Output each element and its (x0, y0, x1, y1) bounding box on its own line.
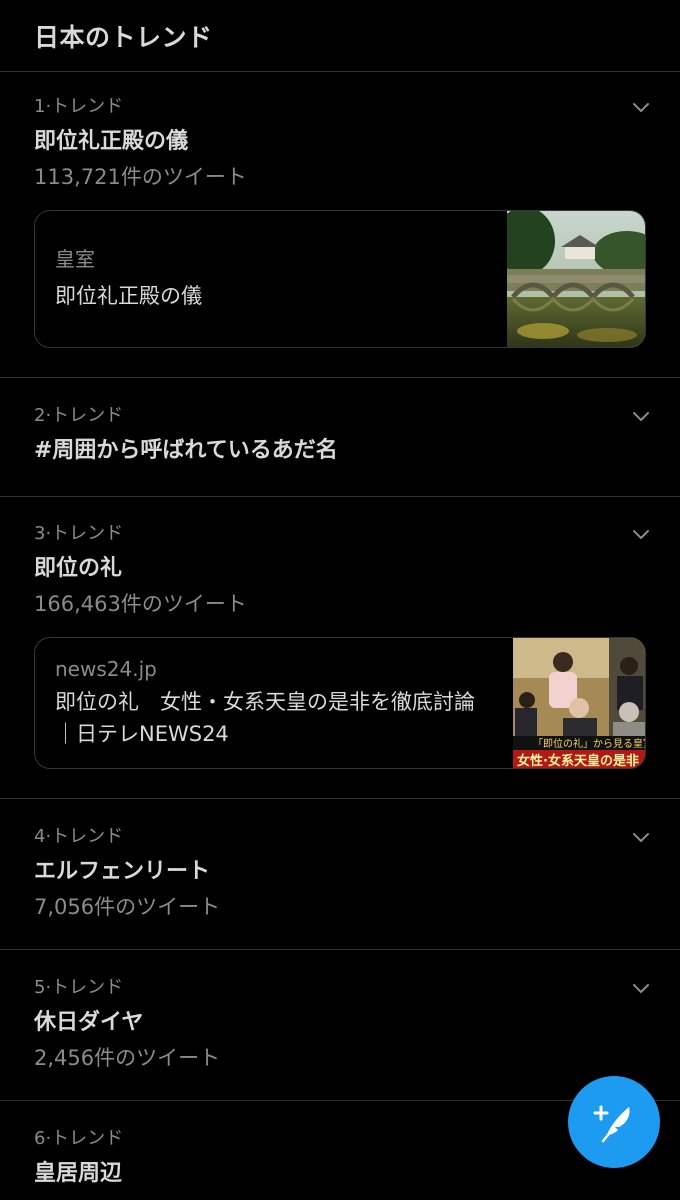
trend-news-card[interactable]: news24.jp 即位の礼 女性・女系天皇の是非を徹底討論｜日テレNEWS24… (34, 637, 646, 769)
card-headline: 即位礼正殿の儀 (55, 284, 202, 308)
tweet-count: 7,056件のツイート (34, 895, 221, 919)
trend-rank-label: 2·トレンド (34, 405, 124, 426)
image-caption-bottom: 女性·女系天皇の是非 (517, 753, 639, 768)
trend-name: 即位の礼 (34, 556, 123, 581)
trend-rank-label: 1·トレンド (34, 96, 124, 117)
tweet-count: 166,463件のツイート (34, 592, 247, 616)
page-title: 日本のトレンド (34, 22, 213, 52)
card-source: 皇室 (55, 247, 95, 271)
trend-name: 休日ダイヤ (34, 1010, 144, 1035)
trend-news-card[interactable]: 皇室 即位礼正殿の儀 (34, 210, 646, 348)
trend-rank-label: 5·トレンド (34, 977, 124, 998)
trend-item[interactable]: 1·トレンド 即位礼正殿の儀 113,721件のツイート 皇室 即位礼正殿の儀 (0, 72, 680, 378)
imperial-family-news-screenshot: 「即位の礼」から見る皇室 女性·女系天皇の是非 (513, 638, 645, 768)
chevron-down-icon[interactable] (632, 407, 650, 425)
trend-item[interactable]: 4·トレンド エルフェンリート 7,056件のツイート (0, 799, 680, 950)
chevron-down-icon[interactable] (632, 525, 650, 543)
chevron-down-icon[interactable] (632, 979, 650, 997)
tweet-count: 2,456件のツイート (34, 1046, 221, 1070)
trend-item[interactable]: 5·トレンド 休日ダイヤ 2,456件のツイート (0, 950, 680, 1101)
trend-item[interactable]: 2·トレンド #周囲から呼ばれているあだ名 (0, 378, 680, 497)
card-source: news24.jp (55, 657, 157, 681)
image-caption-top: 「即位の礼」から見る皇室 (533, 737, 645, 750)
trend-name: 皇居周辺 (34, 1161, 123, 1186)
trend-name: エルフェンリート (34, 859, 211, 884)
page-header: 日本のトレンド (0, 0, 680, 72)
trend-rank-label: 3·トレンド (34, 523, 124, 544)
card-headline: 即位の礼 女性・女系天皇の是非を徹底討論｜日テレNEWS24 (55, 690, 475, 746)
tweet-count: 113,721件のツイート (34, 165, 247, 189)
trend-rank-label: 6·トレンド (34, 1128, 124, 1149)
imperial-palace-bridge-photo (507, 211, 645, 347)
chevron-down-icon[interactable] (632, 98, 650, 116)
trend-rank-label: 4·トレンド (34, 826, 124, 847)
trend-item[interactable]: 3·トレンド 即位の礼 166,463件のツイート news24.jp 即位の礼… (0, 497, 680, 799)
trend-name: 即位礼正殿の儀 (34, 129, 189, 154)
card-text: news24.jp 即位の礼 女性・女系天皇の是非を徹底討論｜日テレNEWS24 (35, 638, 513, 768)
compose-tweet-button[interactable] (568, 1076, 660, 1168)
compose-tweet-icon (593, 1105, 630, 1143)
card-text: 皇室 即位礼正殿の儀 (35, 211, 507, 347)
chevron-down-icon[interactable] (632, 828, 650, 846)
trend-name: #周囲から呼ばれているあだ名 (34, 438, 338, 463)
